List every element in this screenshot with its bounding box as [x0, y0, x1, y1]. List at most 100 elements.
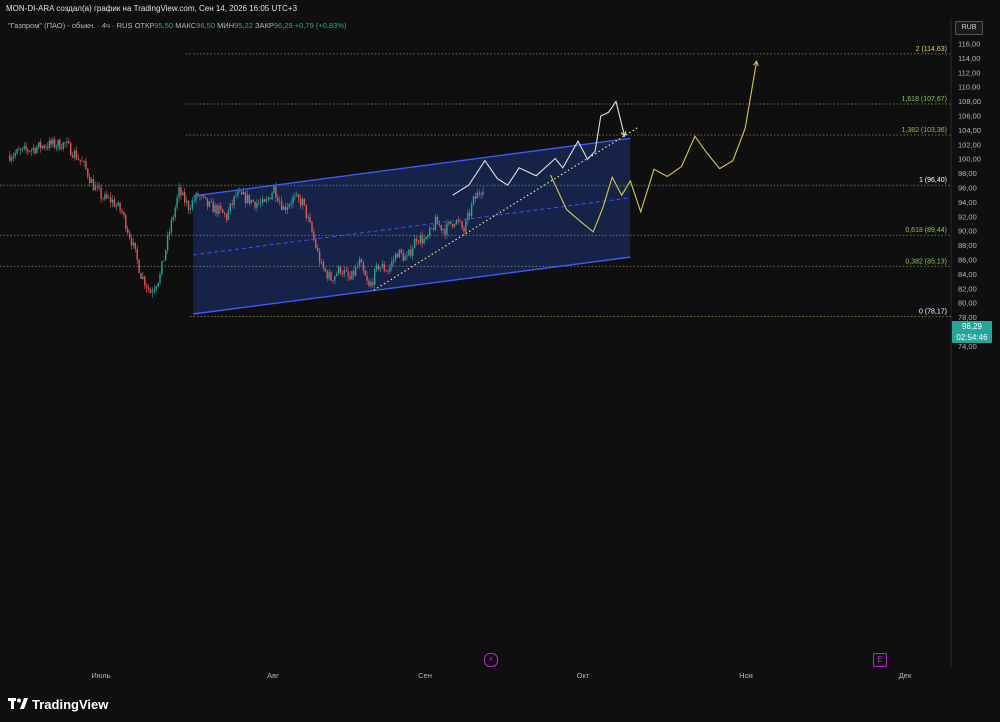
- candle-body: [178, 187, 180, 198]
- candle-body: [434, 216, 437, 230]
- earnings-event-icon[interactable]: E: [873, 653, 887, 667]
- currency-button[interactable]: RUB: [955, 21, 983, 35]
- candle-body: [185, 200, 188, 203]
- candle-body: [21, 147, 24, 150]
- price-chart[interactable]: 0 (78,17) 0,382 (85,13) 0,618 (89,44) 1 (96…: [0, 18, 1000, 688]
- candle-body: [267, 197, 269, 200]
- candle-body: [282, 206, 285, 210]
- brand-name: TradingView: [32, 696, 109, 712]
- candle-body: [394, 253, 397, 260]
- candle-body: [104, 194, 106, 200]
- candle-body: [151, 291, 154, 293]
- candle-body: [423, 239, 425, 244]
- candle-body: [195, 193, 197, 201]
- candle-body: [261, 199, 264, 203]
- y-tick-label: 112,00: [958, 68, 980, 77]
- candle-body: [184, 192, 186, 203]
- candle-body: [339, 266, 342, 274]
- candle-body: [153, 289, 155, 292]
- candle-body: [482, 191, 484, 195]
- candle-body: [256, 203, 258, 208]
- y-tick-label: 96,00: [958, 184, 977, 193]
- candle-body: [296, 194, 298, 196]
- candle-body: [273, 186, 275, 194]
- candle-body: [391, 261, 393, 267]
- candle-body: [165, 250, 167, 261]
- candle-body: [30, 149, 33, 152]
- candle-body: [187, 200, 190, 211]
- candle-body: [374, 269, 376, 285]
- candle-body: [427, 235, 429, 237]
- y-tick-label: 94,00: [958, 198, 977, 207]
- candle-body: [70, 143, 72, 156]
- candle-body: [355, 267, 357, 276]
- candle-body: [18, 149, 20, 151]
- candle-body: [125, 215, 127, 230]
- candle-body: [336, 273, 338, 277]
- y-tick-label: 82,00: [958, 284, 977, 293]
- x-tick-label: Авг: [267, 671, 279, 680]
- candle-body: [229, 203, 231, 211]
- candle-body: [320, 262, 323, 264]
- candle-body: [113, 199, 116, 207]
- candle-body: [413, 239, 416, 249]
- candle-body: [52, 139, 54, 145]
- tradingview-logo[interactable]: TradingView: [8, 694, 108, 714]
- fib-level-label: 0,382 (85,13): [905, 258, 947, 265]
- candle-body: [189, 208, 192, 211]
- candle-body: [299, 198, 302, 206]
- candle-body: [239, 191, 241, 193]
- candle-body: [106, 194, 108, 198]
- candle-body: [410, 249, 412, 256]
- candle-body: [260, 202, 262, 204]
- symbol-legend: "Газпром" (ПАО) - обыкн. · 4ч · RUS ОТКР…: [8, 21, 346, 30]
- candle-body: [25, 146, 27, 150]
- candle-body: [453, 224, 456, 227]
- bar-countdown: 02:54:46: [956, 333, 988, 342]
- candle-body: [75, 150, 78, 159]
- candle-body: [246, 194, 249, 203]
- dividend-event-icon[interactable]: ⚡: [484, 653, 498, 667]
- candle-body: [279, 201, 281, 202]
- candle-body: [387, 271, 389, 272]
- candle-body: [38, 142, 40, 148]
- candle-body: [146, 285, 148, 288]
- y-tick-label: 84,00: [958, 270, 977, 279]
- candle-body: [341, 273, 344, 275]
- candle-body: [89, 176, 91, 183]
- candle-body: [225, 214, 228, 220]
- candle-body: [398, 249, 401, 258]
- candle-body: [59, 139, 61, 150]
- legend-high-label: МАКС: [175, 21, 197, 30]
- fib-level-label: 1,618 (107,67): [901, 96, 947, 103]
- candle-body: [448, 221, 450, 224]
- candle-body: [132, 242, 135, 246]
- candle-body: [212, 201, 214, 213]
- candle-body: [472, 196, 475, 205]
- candle-body: [79, 159, 81, 161]
- y-tick-label: 98,00: [958, 169, 977, 178]
- candle-body: [96, 186, 98, 187]
- candle-body: [41, 145, 44, 149]
- candle-body: [115, 205, 117, 207]
- candle-body: [172, 217, 174, 220]
- candle-body: [223, 212, 226, 215]
- candle-body: [317, 247, 319, 252]
- footer: TradingView: [0, 688, 1000, 722]
- candle-body: [383, 264, 385, 271]
- legend-low: 95,22: [234, 21, 253, 30]
- candle-body: [377, 265, 380, 270]
- candle-body: [315, 239, 317, 248]
- candle-body: [294, 195, 296, 197]
- x-tick-label: Июль: [91, 671, 110, 680]
- y-tick-label: 90,00: [958, 227, 977, 236]
- candle-body: [241, 191, 243, 195]
- candle-body: [461, 221, 463, 228]
- candle-body: [90, 179, 93, 183]
- candle-body: [366, 275, 368, 281]
- candle-body: [68, 141, 70, 144]
- candle-body: [45, 146, 47, 148]
- candle-body: [381, 264, 383, 268]
- candle-body: [412, 248, 414, 256]
- candle-body: [220, 205, 222, 210]
